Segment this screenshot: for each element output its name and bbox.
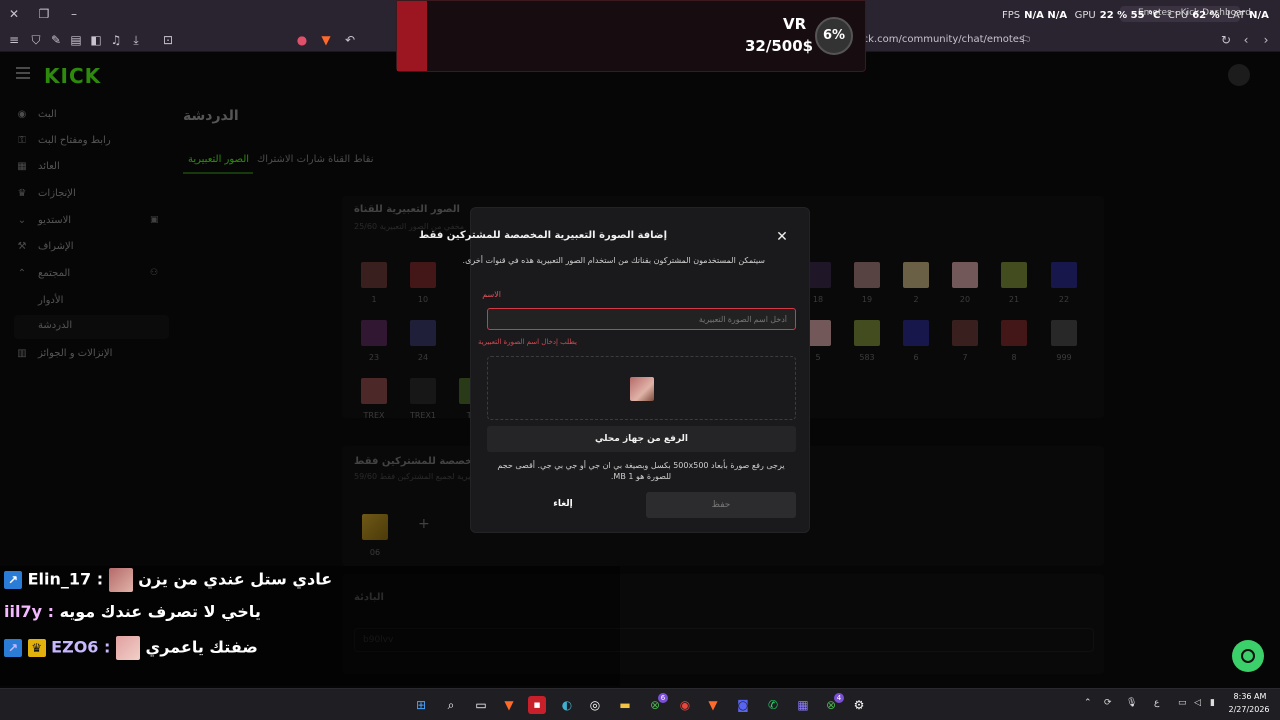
- folder-icon[interactable]: ▬: [616, 696, 634, 714]
- screenshot-icon[interactable]: ⊡: [160, 32, 176, 48]
- donation-goal-percent: 6%: [815, 17, 853, 55]
- donation-goal-amount: 32/500$: [745, 37, 814, 55]
- chat-text: ضفتك ياعمري: [145, 637, 258, 657]
- save-button[interactable]: حفظ: [646, 492, 796, 518]
- input-language[interactable]: ع: [1154, 698, 1159, 708]
- extension-icon[interactable]: ●: [294, 32, 310, 48]
- clock-time[interactable]: 8:36 AM: [1228, 692, 1272, 701]
- steam-icon[interactable]: ◎: [586, 696, 604, 714]
- cancel-button[interactable]: إلغاء: [493, 492, 633, 516]
- lat-value: N/A: [1249, 10, 1269, 21]
- chat-username: iil7y: [4, 602, 43, 621]
- modal-description: .سيتمكن المستخدمون المشتركون بقناتك من ا…: [462, 256, 765, 265]
- app-icon[interactable]: ■: [528, 696, 546, 714]
- add-sub-emote-modal: إضافة الصورة التعبيرية المخصصة للمشتركين…: [419, 207, 810, 533]
- donation-goal-title: VR: [783, 15, 807, 33]
- cpu-value: 62 %: [1192, 10, 1220, 21]
- download-icon[interactable]: ⤓: [128, 32, 144, 48]
- undo-icon[interactable]: ↶: [342, 32, 358, 48]
- upload-requirements-text: يرجى رفع صورة بأبعاد 500x500 بكسل وبصيغة…: [497, 461, 785, 481]
- brave-icon[interactable]: ▼: [704, 696, 722, 714]
- cpu-label: CPU: [1167, 10, 1189, 21]
- close-window-icon[interactable]: ✕: [6, 6, 22, 22]
- reload-icon[interactable]: ↻: [1218, 32, 1234, 48]
- brave-shield-icon[interactable]: ▼: [318, 32, 334, 48]
- menu-icon[interactable]: ≡: [6, 32, 22, 48]
- verified-badge-icon: ↗: [4, 571, 22, 589]
- display-icon[interactable]: ▭: [1178, 698, 1187, 708]
- fps-label: FPS: [1002, 10, 1021, 21]
- name-label: الاسم: [482, 290, 501, 299]
- name-error-text: يطلب إدخال اسم الصورة التعبيرية: [477, 338, 577, 346]
- forward-icon[interactable]: ›: [1258, 32, 1274, 48]
- chrome-icon[interactable]: ◉: [676, 696, 694, 714]
- task-view-icon[interactable]: ▭: [472, 696, 490, 714]
- sync-icon[interactable]: ⟳: [1104, 698, 1112, 708]
- battery-icon[interactable]: ▮: [1210, 698, 1215, 708]
- notification-badge: 6: [658, 693, 668, 703]
- back-icon[interactable]: ‹: [1238, 32, 1254, 48]
- minimize-window-icon[interactable]: –: [66, 6, 82, 22]
- shield-icon[interactable]: ⛉: [28, 32, 44, 48]
- restore-window-icon[interactable]: ❐: [36, 6, 52, 22]
- chat-text: ياخي لا تصرف عندك مويه: [59, 602, 261, 621]
- discord-icon[interactable]: ◙: [734, 696, 752, 714]
- pen-icon[interactable]: ✎: [48, 32, 64, 48]
- edge-icon[interactable]: ◐: [558, 696, 576, 714]
- close-icon[interactable]: ✕: [773, 228, 791, 246]
- chat-username: EZO6: [51, 637, 99, 657]
- emote-preview-image: [630, 377, 654, 401]
- fps-value: N/A N/A: [1024, 10, 1068, 21]
- start-icon[interactable]: ⊞: [412, 696, 430, 714]
- chat-message: ↗ Elin_17 : عادي ستل عندي من يزن: [4, 568, 332, 594]
- chat-text: عادي ستل عندي من يزن: [138, 569, 333, 589]
- donation-goal-progress: [397, 1, 427, 71]
- gpu-value: 22 % 55 °C: [1099, 10, 1161, 21]
- stream-chat-overlay: ↗ Elin_17 : عادي ستل عندي من يزن iil7y :…: [0, 566, 620, 686]
- user-avatar: [115, 636, 140, 660]
- donation-goal-panel: VR 32/500$ 6%: [396, 0, 866, 72]
- user-avatar: [108, 568, 133, 592]
- emote-name-input[interactable]: [487, 308, 796, 330]
- help-button[interactable]: [1232, 640, 1264, 672]
- image-drop-zone[interactable]: [487, 356, 796, 420]
- lat-label: LAT: [1227, 10, 1246, 21]
- gpu-label: GPU: [1074, 10, 1096, 21]
- whatsapp-icon[interactable]: ✆: [764, 696, 782, 714]
- search-icon[interactable]: ⌕: [442, 696, 460, 714]
- chat-message: iil7y : ياخي لا تصرف عندك مويه: [4, 602, 261, 621]
- mic-icon[interactable]: 🎙: [1126, 698, 1137, 708]
- chevron-up-icon[interactable]: ⌃: [1084, 698, 1092, 708]
- notification-badge: 4: [834, 693, 844, 703]
- grid-app-icon[interactable]: ▦: [794, 696, 812, 714]
- modal-title: إضافة الصورة التعبيرية المخصصة للمشتركين…: [418, 230, 667, 241]
- settings-icon[interactable]: ⚙: [850, 696, 868, 714]
- tabs-icon[interactable]: ▤: [68, 32, 84, 48]
- crown-badge-icon: ♛: [27, 639, 46, 657]
- verified-badge-icon: ↗: [4, 639, 22, 657]
- brave-icon[interactable]: ▼: [500, 696, 518, 714]
- sidebar-icon[interactable]: ◧: [88, 32, 104, 48]
- upload-local-button[interactable]: الرفع من جهاز محلي: [487, 426, 796, 452]
- performance-hud: FPS N/A N/A GPU 22 % 55 °C CPU 62 % LAT N/A: [1002, 10, 1280, 28]
- chat-message: ↗ ♛ EZO6 : ضفتك ياعمري: [4, 636, 258, 662]
- music-icon[interactable]: ♫: [108, 32, 124, 48]
- chat-username: Elin_17: [27, 569, 92, 589]
- volume-icon[interactable]: ◁: [1194, 698, 1201, 708]
- clock-date[interactable]: 2/27/2026: [1224, 705, 1274, 714]
